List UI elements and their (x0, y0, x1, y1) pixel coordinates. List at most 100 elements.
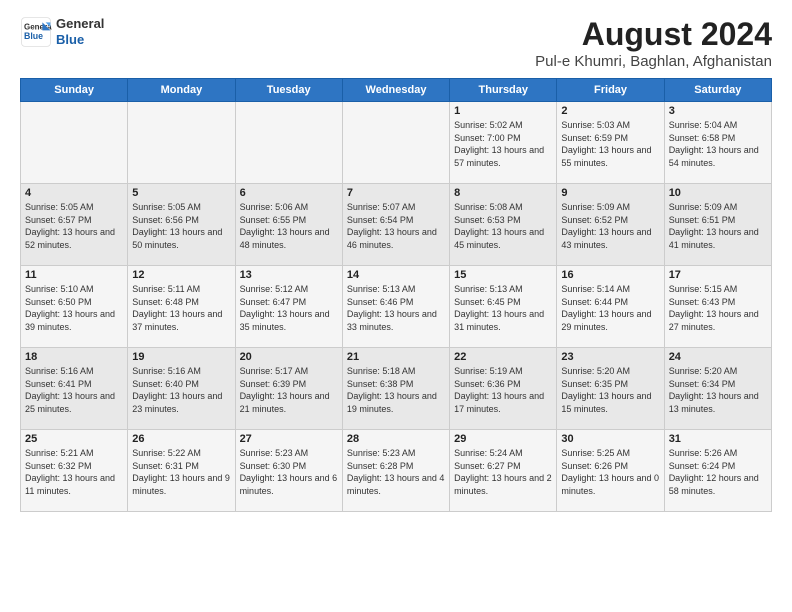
day-cell: 5 Sunrise: 5:05 AM Sunset: 6:56 PM Daylig… (128, 184, 235, 266)
day-cell (21, 102, 128, 184)
day-number: 15 (454, 269, 552, 281)
day-number: 13 (240, 269, 338, 281)
day-number: 6 (240, 187, 338, 199)
day-number: 1 (454, 105, 552, 117)
day-number: 26 (132, 433, 230, 445)
week-row-1: 1Sunrise: 5:02 AM Sunset: 7:00 PM Daylig… (21, 102, 772, 184)
day-cell: 23 Sunrise: 5:20 AM Sunset: 6:35 PM Dayli… (557, 348, 664, 430)
day-number: 30 (561, 433, 659, 445)
day-cell: 22 Sunrise: 5:19 AM Sunset: 6:36 PM Dayli… (450, 348, 557, 430)
day-cell: 21Sunrise: 5:18 AM Sunset: 6:38 PM Dayli… (342, 348, 449, 430)
day-cell: 4Sunrise: 5:05 AM Sunset: 6:57 PM Daylig… (21, 184, 128, 266)
day-number: 23 (561, 351, 659, 363)
day-content: Sunrise: 5:17 AM Sunset: 6:39 PM Dayligh… (240, 365, 338, 415)
day-cell: 18 Sunrise: 5:16 AM Sunset: 6:41 PM Dayli… (21, 348, 128, 430)
day-number: 4 (25, 187, 123, 199)
day-content: Sunrise: 5:06 AM Sunset: 6:55 PM Dayligh… (240, 201, 338, 251)
week-row-2: 4Sunrise: 5:05 AM Sunset: 6:57 PM Daylig… (21, 184, 772, 266)
day-header-saturday: Saturday (664, 79, 771, 102)
day-header-thursday: Thursday (450, 79, 557, 102)
day-content: Sunrise: 5:09 AM Sunset: 6:52 PM Dayligh… (561, 201, 659, 251)
day-number: 10 (669, 187, 767, 199)
day-cell: 25Sunrise: 5:21 AM Sunset: 6:32 PM Dayli… (21, 430, 128, 512)
day-number: 3 (669, 105, 767, 117)
day-content: Sunrise: 5:21 AM Sunset: 6:32 PM Dayligh… (25, 447, 123, 497)
day-content: Sunrise: 5:24 AM Sunset: 6:27 PM Dayligh… (454, 447, 552, 497)
title-block: August 2024 Pul-e Khumri, Baghlan, Afgha… (535, 16, 772, 70)
day-header-tuesday: Tuesday (235, 79, 342, 102)
day-number: 5 (132, 187, 230, 199)
day-cell: 10 Sunrise: 5:09 AM Sunset: 6:51 PM Dayli… (664, 184, 771, 266)
day-cell: 7 Sunrise: 5:07 AM Sunset: 6:54 PM Daylig… (342, 184, 449, 266)
day-number: 18 (25, 351, 123, 363)
day-cell: 6 Sunrise: 5:06 AM Sunset: 6:55 PM Daylig… (235, 184, 342, 266)
day-content: Sunrise: 5:16 AM Sunset: 6:41 PM Dayligh… (25, 365, 123, 415)
day-cell: 26 Sunrise: 5:22 AM Sunset: 6:31 PM Dayli… (128, 430, 235, 512)
svg-text:Blue: Blue (24, 31, 43, 41)
day-cell (235, 102, 342, 184)
day-content: Sunrise: 5:22 AM Sunset: 6:31 PM Dayligh… (132, 447, 230, 497)
day-cell: 12Sunrise: 5:11 AM Sunset: 6:48 PM Dayli… (128, 266, 235, 348)
page: General Blue General Blue August 2024 Pu… (0, 0, 792, 612)
day-cell: 28Sunrise: 5:23 AM Sunset: 6:28 PM Dayli… (342, 430, 449, 512)
day-content: Sunrise: 5:23 AM Sunset: 6:28 PM Dayligh… (347, 447, 445, 497)
day-number: 19 (132, 351, 230, 363)
day-header-friday: Friday (557, 79, 664, 102)
day-content: Sunrise: 5:05 AM Sunset: 6:56 PM Dayligh… (132, 201, 230, 251)
day-number: 8 (454, 187, 552, 199)
day-content: Sunrise: 5:20 AM Sunset: 6:35 PM Dayligh… (561, 365, 659, 415)
day-number: 9 (561, 187, 659, 199)
day-content: Sunrise: 5:09 AM Sunset: 6:51 PM Dayligh… (669, 201, 767, 251)
day-cell: 15Sunrise: 5:13 AM Sunset: 6:45 PM Dayli… (450, 266, 557, 348)
day-number: 7 (347, 187, 445, 199)
day-number: 11 (25, 269, 123, 281)
day-content: Sunrise: 5:25 AM Sunset: 6:26 PM Dayligh… (561, 447, 659, 497)
day-number: 22 (454, 351, 552, 363)
day-cell: 30 Sunrise: 5:25 AM Sunset: 6:26 PM Dayli… (557, 430, 664, 512)
day-cell: 27Sunrise: 5:23 AM Sunset: 6:30 PM Dayli… (235, 430, 342, 512)
day-content: Sunrise: 5:07 AM Sunset: 6:54 PM Dayligh… (347, 201, 445, 251)
subtitle: Pul-e Khumri, Baghlan, Afghanistan (535, 53, 772, 70)
day-cell: 3Sunrise: 5:04 AM Sunset: 6:58 PM Daylig… (664, 102, 771, 184)
day-cell: 8Sunrise: 5:08 AM Sunset: 6:53 PM Daylig… (450, 184, 557, 266)
day-cell: 29 Sunrise: 5:24 AM Sunset: 6:27 PM Dayli… (450, 430, 557, 512)
logo-icon: General Blue (20, 16, 52, 48)
day-header-wednesday: Wednesday (342, 79, 449, 102)
day-cell: 9 Sunrise: 5:09 AM Sunset: 6:52 PM Daylig… (557, 184, 664, 266)
calendar-table: SundayMondayTuesdayWednesdayThursdayFrid… (20, 78, 772, 512)
day-content: Sunrise: 5:18 AM Sunset: 6:38 PM Dayligh… (347, 365, 445, 415)
day-header-sunday: Sunday (21, 79, 128, 102)
day-number: 24 (669, 351, 767, 363)
day-cell: 24 Sunrise: 5:20 AM Sunset: 6:34 PM Dayli… (664, 348, 771, 430)
day-content: Sunrise: 5:20 AM Sunset: 6:34 PM Dayligh… (669, 365, 767, 415)
day-content: Sunrise: 5:19 AM Sunset: 6:36 PM Dayligh… (454, 365, 552, 415)
week-row-4: 18 Sunrise: 5:16 AM Sunset: 6:41 PM Dayli… (21, 348, 772, 430)
header-row: SundayMondayTuesdayWednesdayThursdayFrid… (21, 79, 772, 102)
day-number: 2 (561, 105, 659, 117)
week-row-5: 25Sunrise: 5:21 AM Sunset: 6:32 PM Dayli… (21, 430, 772, 512)
day-cell: 13Sunrise: 5:12 AM Sunset: 6:47 PM Dayli… (235, 266, 342, 348)
day-cell: 11Sunrise: 5:10 AM Sunset: 6:50 PM Dayli… (21, 266, 128, 348)
day-content: Sunrise: 5:23 AM Sunset: 6:30 PM Dayligh… (240, 447, 338, 497)
day-number: 16 (561, 269, 659, 281)
day-content: Sunrise: 5:15 AM Sunset: 6:43 PM Dayligh… (669, 283, 767, 333)
day-content: Sunrise: 5:11 AM Sunset: 6:48 PM Dayligh… (132, 283, 230, 333)
day-cell: 2Sunrise: 5:03 AM Sunset: 6:59 PM Daylig… (557, 102, 664, 184)
day-number: 17 (669, 269, 767, 281)
day-content: Sunrise: 5:13 AM Sunset: 6:46 PM Dayligh… (347, 283, 445, 333)
day-cell: 1Sunrise: 5:02 AM Sunset: 7:00 PM Daylig… (450, 102, 557, 184)
main-title: August 2024 (535, 16, 772, 53)
day-number: 20 (240, 351, 338, 363)
day-content: Sunrise: 5:16 AM Sunset: 6:40 PM Dayligh… (132, 365, 230, 415)
day-cell (342, 102, 449, 184)
day-header-monday: Monday (128, 79, 235, 102)
day-cell: 16Sunrise: 5:14 AM Sunset: 6:44 PM Dayli… (557, 266, 664, 348)
day-content: Sunrise: 5:26 AM Sunset: 6:24 PM Dayligh… (669, 447, 767, 497)
day-number: 31 (669, 433, 767, 445)
day-number: 29 (454, 433, 552, 445)
logo-text: General Blue (56, 16, 104, 47)
day-cell: 14Sunrise: 5:13 AM Sunset: 6:46 PM Dayli… (342, 266, 449, 348)
day-cell (128, 102, 235, 184)
week-row-3: 11Sunrise: 5:10 AM Sunset: 6:50 PM Dayli… (21, 266, 772, 348)
logo: General Blue General Blue (20, 16, 104, 48)
